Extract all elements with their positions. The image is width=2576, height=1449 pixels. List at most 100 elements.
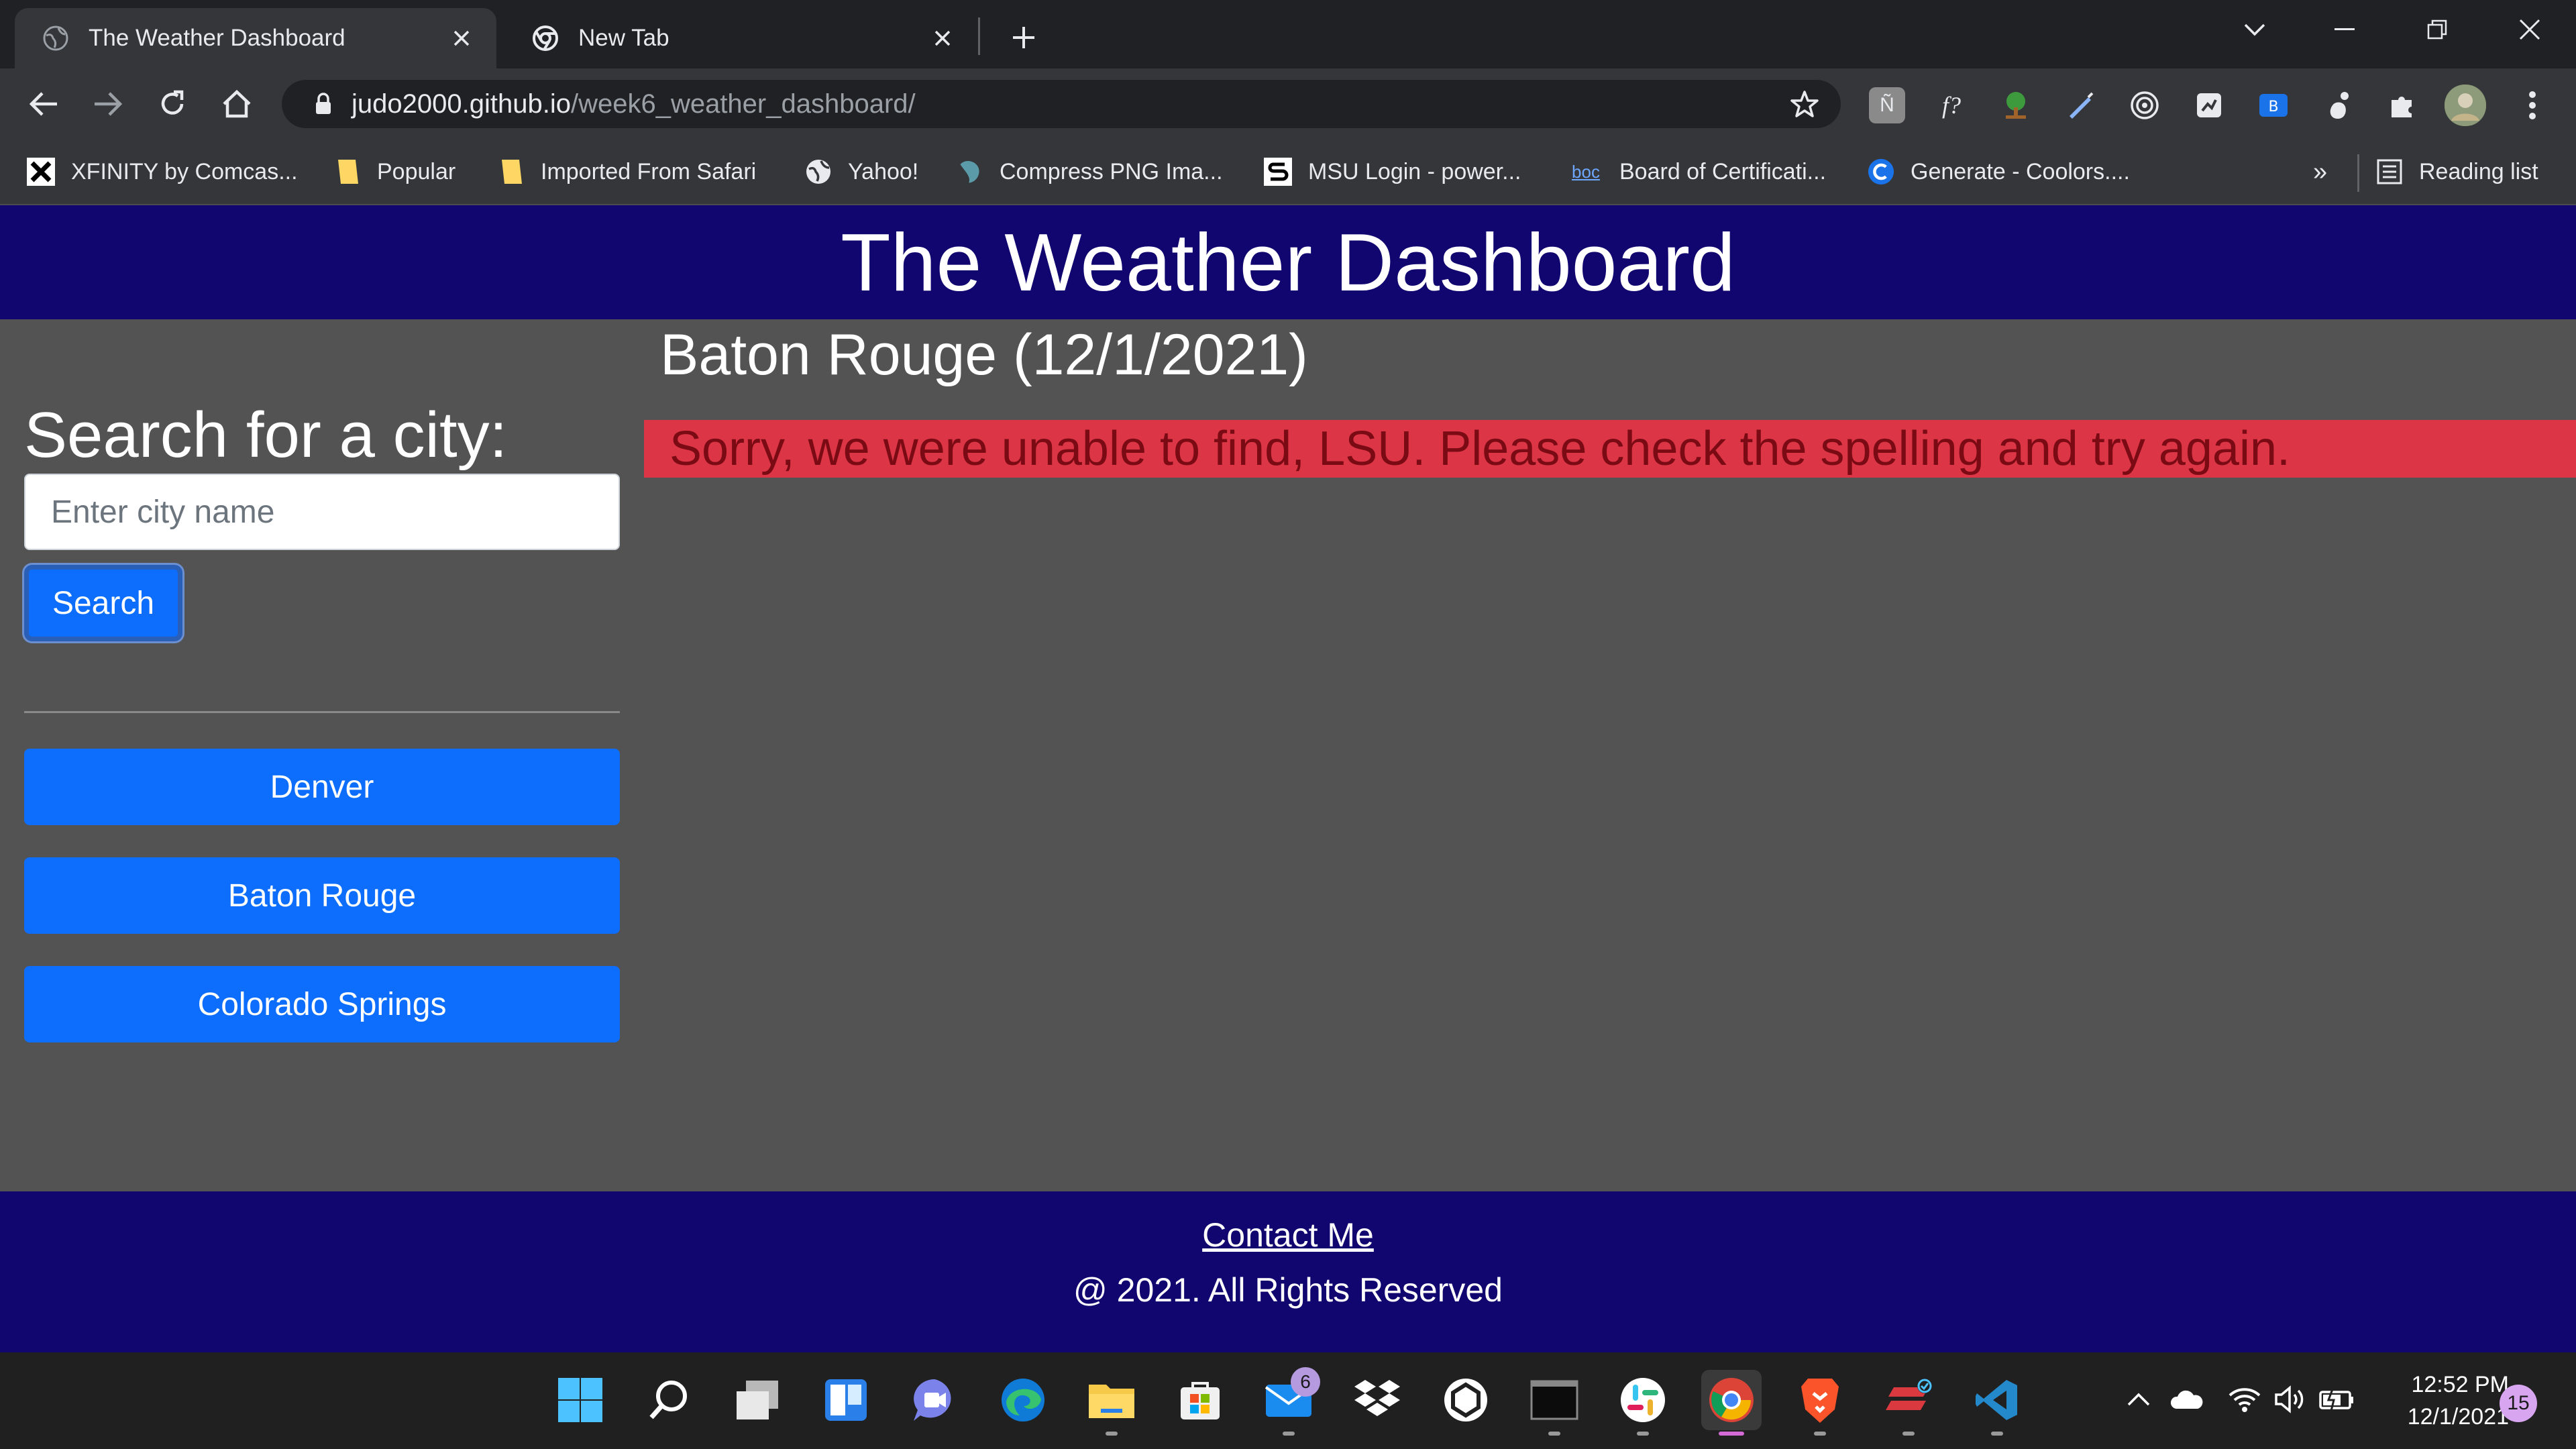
- widgets-icon: [825, 1379, 867, 1421]
- widgets-button[interactable]: [816, 1370, 876, 1430]
- bookmark-board-of-certification[interactable]: boc Board of Certificati...: [1568, 152, 1826, 192]
- bookmark-label: Compress PNG Ima...: [1000, 158, 1223, 184]
- back-button[interactable]: [23, 83, 64, 125]
- bookmark-xfinity[interactable]: XFINITY by Comcas...: [27, 152, 298, 192]
- history-button-baton-rouge[interactable]: Baton Rouge: [24, 857, 620, 934]
- extension-target-icon[interactable]: [2127, 87, 2163, 123]
- bookmarks-overflow-button[interactable]: »: [2313, 152, 2327, 192]
- brave-button[interactable]: [1790, 1370, 1850, 1436]
- contact-link[interactable]: Contact Me: [0, 1216, 2576, 1254]
- extension-box-icon[interactable]: B: [2255, 87, 2292, 123]
- extensions-puzzle-icon[interactable]: [2384, 87, 2420, 123]
- tab-search-button[interactable]: [2224, 9, 2285, 50]
- task-view-icon: [737, 1381, 778, 1419]
- taskbar-search-button[interactable]: [639, 1370, 699, 1430]
- github-desktop-button[interactable]: [1436, 1370, 1496, 1430]
- folder-icon: [334, 158, 361, 185]
- site-footer: Contact Me @ 2021. All Rights Reserved: [0, 1191, 2576, 1352]
- wifi-icon[interactable]: [2224, 1379, 2265, 1419]
- tab-strip: The Weather Dashboard New Tab: [0, 0, 2576, 68]
- start-button[interactable]: [550, 1370, 610, 1430]
- search-button[interactable]: Search: [24, 565, 182, 641]
- running-indicator: [1814, 1432, 1826, 1436]
- bookmark-coolors[interactable]: Generate - Coolors....: [1868, 152, 2130, 192]
- bookmark-label: XFINITY by Comcas...: [71, 158, 298, 184]
- new-tab-button[interactable]: [1004, 17, 1044, 58]
- address-bar[interactable]: judo2000.github.io/week6_weather_dashboa…: [282, 80, 1841, 128]
- history-button-colorado-springs[interactable]: Colorado Springs: [24, 966, 620, 1042]
- terminal-button[interactable]: [1524, 1370, 1585, 1436]
- svg-text:B: B: [2268, 99, 2278, 115]
- slack-button[interactable]: [1613, 1370, 1673, 1436]
- history-button-denver[interactable]: Denver: [24, 749, 620, 825]
- bookmark-label: Board of Certificati...: [1619, 158, 1827, 184]
- home-icon: [223, 89, 251, 118]
- battery-icon[interactable]: [2317, 1379, 2357, 1419]
- extension-pen-icon[interactable]: [2062, 87, 2098, 123]
- terminal-icon: [1530, 1380, 1578, 1420]
- lock-icon[interactable]: [310, 91, 337, 117]
- microsoft-store-button[interactable]: [1170, 1370, 1230, 1430]
- tab-new-tab[interactable]: New Tab: [504, 8, 977, 68]
- city-search-input[interactable]: [24, 474, 620, 550]
- bookmark-yahoo[interactable]: Yahoo!: [805, 152, 918, 192]
- extension-fonts-icon[interactable]: f?: [1933, 87, 1970, 123]
- forward-button[interactable]: [87, 83, 129, 125]
- tab-weather-dashboard[interactable]: The Weather Dashboard: [15, 8, 496, 68]
- bookmark-star-icon[interactable]: [1787, 87, 1822, 121]
- close-window-button[interactable]: [2500, 9, 2560, 50]
- vscode-icon: [1976, 1380, 2017, 1420]
- system-clock[interactable]: 12:52 PM 12/1/2021: [2375, 1368, 2509, 1433]
- running-indicator: [1283, 1432, 1295, 1436]
- home-button[interactable]: [216, 83, 258, 125]
- extension-gnome-icon[interactable]: [2320, 87, 2356, 123]
- expressvpn-button[interactable]: [1878, 1370, 1939, 1436]
- vscode-button[interactable]: [1967, 1370, 2027, 1436]
- notification-badge[interactable]: 15: [2500, 1385, 2537, 1422]
- bookmark-imported-from-safari[interactable]: Imported From Safari: [498, 152, 756, 192]
- vpn-icon: [1886, 1379, 1932, 1410]
- bookmark-compress-png[interactable]: Compress PNG Ima...: [957, 152, 1223, 192]
- more-menu-icon[interactable]: [2514, 87, 2551, 123]
- close-tab-icon[interactable]: [448, 25, 475, 52]
- folder-icon: [498, 158, 525, 185]
- chrome-taskbar-button[interactable]: [1701, 1370, 1762, 1436]
- reload-button[interactable]: [152, 83, 193, 125]
- web-page: The Weather Dashboard Search for a city:…: [0, 205, 2576, 1352]
- show-hidden-icons-button[interactable]: [2118, 1379, 2159, 1419]
- chrome-icon: [1709, 1378, 1754, 1422]
- url-path: /week6_weather_dashboard/: [570, 89, 916, 119]
- file-explorer-button[interactable]: [1081, 1370, 1142, 1436]
- coolors-icon: [1868, 158, 1894, 185]
- onedrive-icon[interactable]: [2167, 1379, 2207, 1419]
- dropbox-button[interactable]: [1347, 1370, 1407, 1430]
- extension-tree-icon[interactable]: [1998, 87, 2034, 123]
- task-view-button[interactable]: [727, 1370, 788, 1430]
- bookmark-msu-login[interactable]: MSU Login - power...: [1264, 152, 1521, 192]
- extension-screenshot-icon[interactable]: [2191, 87, 2227, 123]
- bookmark-popular[interactable]: Popular: [334, 152, 455, 192]
- reading-list-button[interactable]: Reading list: [2376, 152, 2538, 192]
- brave-lion-icon: [1801, 1379, 1839, 1423]
- edge-icon: [1002, 1379, 1044, 1421]
- running-indicator: [1637, 1432, 1649, 1436]
- restore-icon: [2427, 19, 2447, 40]
- restore-button[interactable]: [2407, 9, 2467, 50]
- minimize-icon: [2334, 28, 2355, 30]
- bookmark-label: Imported From Safari: [541, 158, 757, 184]
- profile-avatar[interactable]: [2445, 85, 2486, 126]
- panda-icon: [957, 158, 983, 185]
- volume-icon[interactable]: [2270, 1379, 2310, 1419]
- edge-button[interactable]: [993, 1370, 1053, 1430]
- close-icon: [2519, 19, 2540, 40]
- tab-separator: [978, 17, 980, 55]
- minimize-button[interactable]: [2314, 9, 2375, 50]
- chevron-up-icon: [2127, 1393, 2150, 1406]
- teams-chat-button[interactable]: [904, 1370, 965, 1430]
- reading-list-label: Reading list: [2419, 158, 2538, 184]
- close-tab-icon[interactable]: [929, 25, 956, 52]
- globe-icon: [805, 158, 832, 185]
- mail-button[interactable]: 6: [1258, 1367, 1320, 1436]
- extension-mercury-icon[interactable]: Ñ: [1869, 87, 1905, 123]
- url-host: judo2000.github.io: [352, 89, 571, 119]
